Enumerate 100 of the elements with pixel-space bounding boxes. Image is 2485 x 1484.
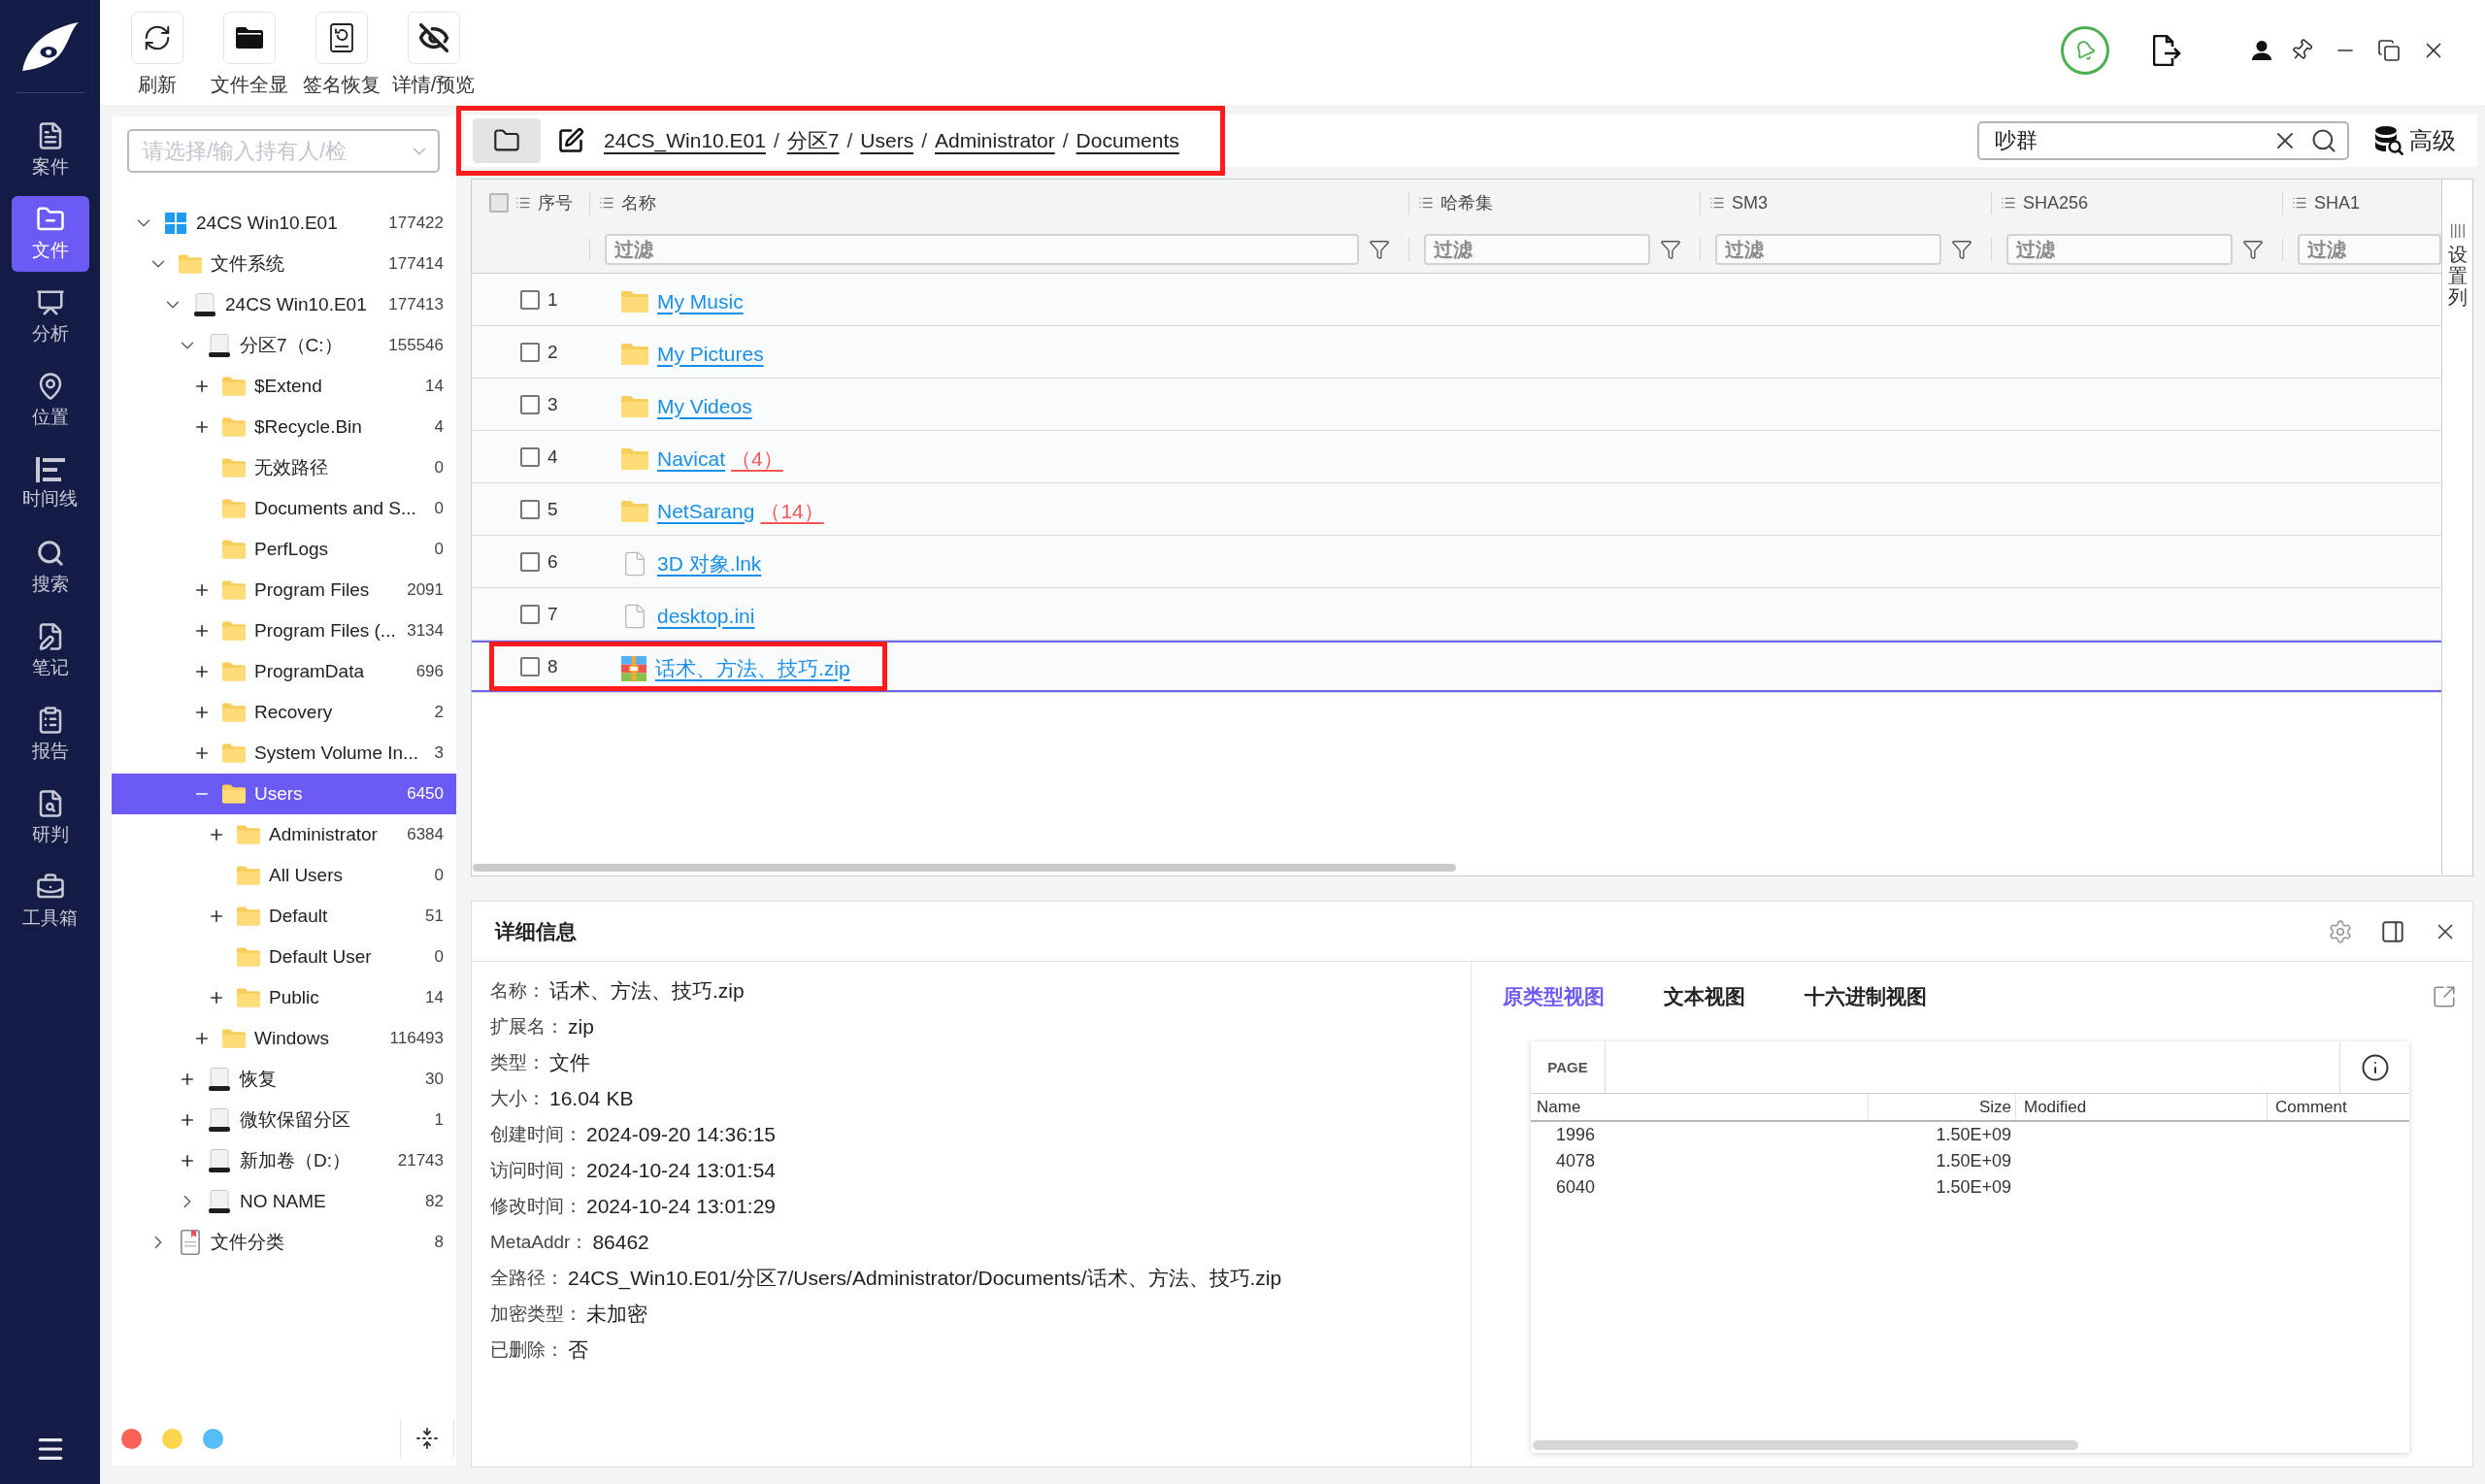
- table-row[interactable]: 6 3D 对象.lnk: [472, 536, 2441, 588]
- nav-item[interactable]: 文件: [11, 196, 89, 272]
- column-settings-button[interactable]: 设置列: [2447, 224, 2468, 308]
- tree-item[interactable]: Default 51: [112, 896, 456, 937]
- nav-item[interactable]: 案件: [11, 113, 89, 188]
- column-header[interactable]: SHA256: [2001, 192, 2089, 214]
- column-header[interactable]: 哈希集: [1418, 191, 1493, 214]
- tree-item[interactable]: Documents and S... 0: [112, 488, 456, 529]
- toolbar-button[interactable]: 签名恢复: [295, 0, 387, 98]
- filter-field[interactable]: 过滤: [1715, 234, 1941, 265]
- table-row[interactable]: 3 My Videos: [472, 379, 2441, 431]
- tree-item[interactable]: 24CS Win10.E01 177422: [112, 203, 456, 244]
- tree-item[interactable]: System Volume In... 3: [112, 733, 456, 774]
- table-row[interactable]: 1 My Music: [472, 274, 2441, 326]
- tree-item[interactable]: ProgramData 696: [112, 651, 456, 692]
- toolbar-button[interactable]: 文件全显: [203, 0, 295, 98]
- search-field[interactable]: 吵群: [1977, 121, 2349, 160]
- info-icon[interactable]: [2360, 1052, 2390, 1082]
- tree-item[interactable]: Recovery 2: [112, 692, 456, 733]
- user-icon[interactable]: [2252, 41, 2271, 60]
- plus-icon[interactable]: [208, 907, 225, 925]
- tree-item[interactable]: Administrator 6384: [112, 814, 456, 855]
- table-row[interactable]: 7 desktop.ini: [472, 588, 2441, 641]
- breadcrumb-link[interactable]: 分区7: [786, 127, 840, 154]
- column-header[interactable]: Comment: [2275, 1097, 2347, 1117]
- filter-field[interactable]: 过滤: [1424, 234, 1650, 265]
- table-row[interactable]: 4 Navicat （4）: [472, 431, 2441, 483]
- nav-item[interactable]: 搜索: [11, 530, 89, 606]
- checkbox[interactable]: [520, 394, 540, 414]
- checkbox[interactable]: [520, 656, 540, 676]
- filter-icon[interactable]: [1660, 239, 1681, 260]
- tree-item[interactable]: PerfLogs 0: [112, 529, 456, 570]
- table-row[interactable]: 5 NetSarang （14）: [472, 483, 2441, 536]
- toolbar-button[interactable]: 刷新: [111, 0, 203, 98]
- tree-item[interactable]: 24CS Win10.E01 177413: [112, 284, 456, 325]
- checkbox[interactable]: [520, 604, 540, 624]
- nav-item[interactable]: 分析: [11, 280, 89, 355]
- view-tab[interactable]: 十六进制视图: [1805, 983, 1927, 1010]
- tag-dot[interactable]: [121, 1428, 142, 1449]
- tree-item[interactable]: $Extend 14: [112, 366, 456, 407]
- tag-dot[interactable]: [203, 1428, 223, 1449]
- nav-item[interactable]: 研判: [11, 780, 89, 856]
- breadcrumb-link[interactable]: Users: [860, 129, 914, 152]
- column-header[interactable]: SHA1: [2292, 192, 2361, 214]
- nav-item[interactable]: 位置: [11, 363, 89, 439]
- tree-item[interactable]: 文件系统 177414: [112, 244, 456, 284]
- external-link-icon[interactable]: [2432, 984, 2457, 1009]
- scrollbar-thumb[interactable]: [1533, 1440, 2078, 1450]
- breadcrumb-link[interactable]: Documents: [1076, 129, 1179, 152]
- nav-item[interactable]: 笔记: [11, 613, 89, 689]
- tree-item[interactable]: $Recycle.Bin 4: [112, 407, 456, 447]
- checkbox[interactable]: [520, 446, 540, 467]
- plus-icon[interactable]: [193, 744, 211, 762]
- tree-item[interactable]: Default User 0: [112, 937, 456, 977]
- panel-split-icon[interactable]: [2380, 918, 2405, 944]
- column-header[interactable]: Modified: [2024, 1097, 2087, 1117]
- tree-item[interactable]: NO NAME 82: [112, 1181, 456, 1222]
- tree-item[interactable]: Users 6450: [112, 774, 456, 814]
- column-header[interactable]: 名称: [599, 191, 656, 214]
- tree-item[interactable]: 无效路径 0: [112, 447, 456, 488]
- advanced-search-button[interactable]: 高级: [2374, 125, 2456, 156]
- column-header[interactable]: Name: [1537, 1097, 1581, 1117]
- breadcrumb-link[interactable]: 24CS_Win10.E01: [604, 129, 766, 152]
- plus-icon[interactable]: [179, 1111, 196, 1129]
- file-export-icon[interactable]: [2153, 35, 2182, 66]
- filter-field[interactable]: 过滤: [2006, 234, 2233, 265]
- plus-icon[interactable]: [208, 826, 225, 843]
- tree-item[interactable]: Program Files (... 3134: [112, 610, 456, 651]
- filter-field[interactable]: 过滤: [2298, 234, 2441, 265]
- checkbox[interactable]: [489, 193, 509, 213]
- tree-item[interactable]: 分区7（C:） 155546: [112, 325, 456, 366]
- breadcrumb-link[interactable]: Administrator: [935, 129, 1055, 152]
- checkbox[interactable]: [520, 289, 540, 310]
- tag-dot[interactable]: [162, 1428, 182, 1449]
- table-row[interactable]: 2 My Pictures: [472, 326, 2441, 379]
- view-tab[interactable]: 原类型视图: [1503, 983, 1605, 1010]
- plus-icon[interactable]: [193, 418, 211, 436]
- filter-icon[interactable]: [2242, 239, 2264, 260]
- checkbox[interactable]: [520, 342, 540, 362]
- filter-field[interactable]: 过滤: [605, 234, 1359, 265]
- nav-item[interactable]: 工具箱: [11, 864, 89, 940]
- filter-icon[interactable]: [1951, 239, 1972, 260]
- restore-icon[interactable]: [2377, 39, 2401, 62]
- column-header[interactable]: SM3: [1709, 192, 1768, 214]
- nav-item[interactable]: 时间线: [11, 446, 89, 522]
- tree-item[interactable]: 文件分类 8: [112, 1222, 456, 1263]
- plus-icon[interactable]: [193, 378, 211, 395]
- view-tab[interactable]: 文本视图: [1664, 983, 1745, 1010]
- plus-icon[interactable]: [193, 704, 211, 721]
- select-field[interactable]: 请选择/输入持有人/检: [127, 129, 440, 173]
- collapse-icon[interactable]: [415, 1427, 439, 1450]
- plus-icon[interactable]: [193, 663, 211, 680]
- page-tab[interactable]: PAGE: [1531, 1041, 1606, 1093]
- tree-item[interactable]: All Users 0: [112, 855, 456, 896]
- tree-item[interactable]: 恢复 30: [112, 1059, 456, 1100]
- plus-icon[interactable]: [179, 1071, 196, 1088]
- toolbar-button[interactable]: 详情/预览: [387, 0, 480, 98]
- plus-icon[interactable]: [208, 989, 225, 1006]
- plus-icon[interactable]: [193, 622, 211, 640]
- tree-item[interactable]: Windows 116493: [112, 1018, 456, 1059]
